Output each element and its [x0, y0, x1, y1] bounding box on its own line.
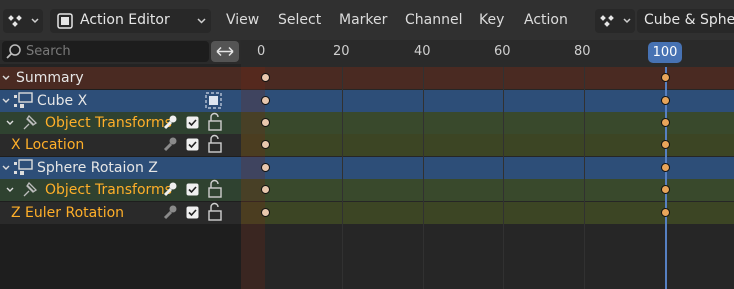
lock-open-icon[interactable]: [206, 179, 224, 201]
checkbox-checked-icon[interactable]: [186, 183, 200, 197]
menu-select[interactable]: Select: [278, 12, 321, 28]
channel-label: Object Transforms: [45, 182, 172, 198]
editor-mode-label: Action Editor: [80, 12, 170, 28]
frame-label: 40: [414, 44, 431, 59]
search-input[interactable]: [2, 41, 209, 62]
lock-open-icon[interactable]: [206, 202, 224, 224]
action-name-label: Cube & Spher: [644, 12, 734, 28]
channel-label: Sphere Rotaion Z: [37, 160, 158, 176]
keyframe[interactable]: [661, 96, 670, 105]
channel-row-fcurve[interactable]: Z Euler Rotation: [0, 202, 241, 224]
keyframe[interactable]: [661, 208, 670, 217]
timeline-ruler[interactable]: 0 20 40 60 80 100: [241, 40, 734, 67]
lock-open-icon[interactable]: [206, 112, 224, 134]
keyframe[interactable]: [261, 163, 270, 172]
chevron-down-icon: [197, 18, 206, 24]
keyframe[interactable]: [261, 140, 270, 149]
menu-view[interactable]: View: [226, 12, 259, 28]
wrench-icon[interactable]: [162, 179, 178, 201]
expand-chevron-icon[interactable]: [5, 112, 15, 134]
keyframe[interactable]: [261, 73, 270, 82]
channel-row-object[interactable]: Cube X: [0, 90, 241, 112]
editor-type-dropdown[interactable]: [3, 9, 43, 33]
grid-line: [342, 67, 343, 289]
swap-arrows-icon: [216, 46, 234, 57]
chevron-down-icon: [623, 18, 631, 24]
object-data-icon: [14, 159, 33, 175]
keyframe[interactable]: [261, 96, 270, 105]
channel-label: Cube X: [37, 93, 88, 109]
expand-chevron-icon[interactable]: [1, 157, 11, 179]
menu-action[interactable]: Action: [524, 12, 568, 28]
action-editor-icon: [57, 13, 73, 29]
editor-header: Action Editor View Select Marker Channel…: [0, 0, 734, 40]
channel-row-group[interactable]: Object Transforms: [0, 179, 241, 201]
keyframe[interactable]: [661, 73, 670, 82]
frame-label: 0: [257, 44, 266, 59]
checkbox-checked-icon[interactable]: [186, 116, 200, 130]
wrench-icon[interactable]: [162, 202, 178, 224]
keyframe[interactable]: [261, 118, 270, 127]
channel-row-summary[interactable]: Summary: [0, 67, 241, 89]
checkbox-checked-icon[interactable]: [186, 206, 200, 220]
search-icon: [6, 44, 21, 59]
keyframe[interactable]: [261, 185, 270, 194]
keyframe[interactable]: [661, 185, 670, 194]
channel-row-group[interactable]: Object Transforms: [0, 112, 241, 134]
menu-channel[interactable]: Channel: [405, 12, 462, 28]
keyframe[interactable]: [661, 118, 670, 127]
grid-line: [503, 67, 504, 289]
channel-row-fcurve[interactable]: X Location: [0, 134, 241, 156]
channel-label: Summary: [16, 70, 84, 86]
grid-line: [423, 67, 424, 289]
checkbox-checked-icon[interactable]: [186, 138, 200, 152]
chevron-down-icon: [31, 18, 39, 24]
object-data-icon: [14, 92, 33, 108]
keyframe[interactable]: [661, 140, 670, 149]
channel-list: Summary Cube X Object Transforms X Locat…: [0, 67, 241, 289]
channel-row-object[interactable]: Sphere Rotaion Z: [0, 157, 241, 179]
grid-line: [584, 67, 585, 289]
channel-label: Z Euler Rotation: [11, 205, 125, 221]
current-frame-indicator[interactable]: 100: [648, 42, 682, 63]
action-icon: [600, 15, 631, 27]
expand-chevron-icon[interactable]: [1, 67, 11, 89]
lock-open-icon[interactable]: [206, 134, 224, 156]
action-browse-dropdown[interactable]: [595, 9, 635, 33]
pin-icon: [23, 114, 38, 130]
expand-chevron-icon[interactable]: [1, 90, 11, 112]
channel-label: Object Transforms: [45, 115, 172, 131]
dopesheet-editor-icon: [8, 15, 39, 27]
channel-label: X Location: [11, 137, 85, 153]
wrench-icon[interactable]: [162, 112, 178, 134]
menu-key[interactable]: Key: [479, 12, 504, 28]
dopesheet-area[interactable]: [241, 67, 734, 289]
frame-label: 60: [494, 44, 511, 59]
object-select-icon[interactable]: [204, 91, 224, 111]
menu-marker[interactable]: Marker: [339, 12, 387, 28]
invert-filter-button[interactable]: [211, 41, 239, 62]
pin-icon: [23, 181, 38, 197]
channel-search-bar: [0, 40, 241, 64]
keyframe[interactable]: [261, 208, 270, 217]
frame-label: 80: [574, 44, 591, 59]
wrench-icon[interactable]: [162, 134, 178, 156]
expand-chevron-icon[interactable]: [5, 179, 15, 201]
keyframe[interactable]: [661, 163, 670, 172]
frame-label: 20: [333, 44, 350, 59]
